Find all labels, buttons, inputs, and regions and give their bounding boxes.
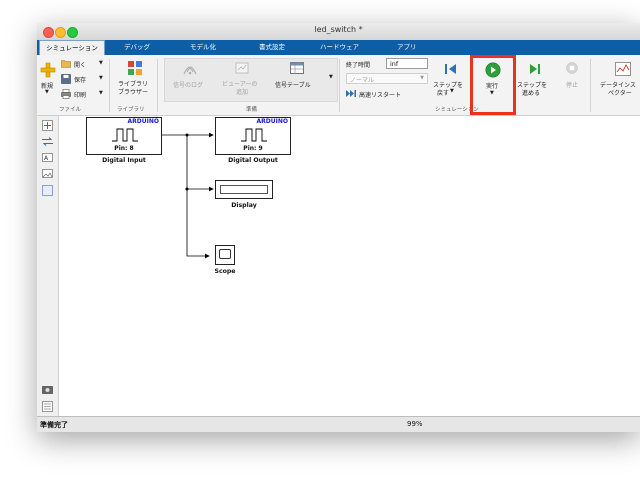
tab-format[interactable]: 書式設定 xyxy=(259,40,285,55)
signal-log-icon xyxy=(183,66,197,75)
stop-icon xyxy=(566,62,578,74)
simulation-mode-select[interactable]: ノーマル ▼ xyxy=(346,73,428,84)
area-icon[interactable] xyxy=(42,185,53,196)
tab-hardware[interactable]: ハードウェア xyxy=(320,40,359,55)
prepare-group-label: 準備 xyxy=(246,107,258,113)
scope-screen-icon xyxy=(219,249,231,259)
annotation-icon[interactable]: A xyxy=(42,153,53,162)
ribbon-separator xyxy=(157,59,158,112)
arrows-icon[interactable] xyxy=(42,137,53,146)
step-back-label-2: 戻す xyxy=(437,90,450,97)
left-palette: A » xyxy=(37,116,59,425)
simulink-window: led_switch * シミュレーション デバッグ モデル化 書式設定 ハード… xyxy=(37,23,640,432)
fast-restart-icon xyxy=(346,90,356,97)
display-block[interactable] xyxy=(215,180,273,199)
file-group-label: ファイル xyxy=(59,107,82,113)
digital-pulse-icon xyxy=(112,128,138,142)
prepare-gallery-expand-icon[interactable]: ▼ xyxy=(329,74,333,80)
signal-table-icon xyxy=(290,62,304,74)
tab-debug[interactable]: デバッグ xyxy=(124,40,150,55)
pin-label: Pin: 8 xyxy=(114,145,134,152)
ribbon-tab-bar: シミュレーション デバッグ モデル化 書式設定 ハードウェア アプリ xyxy=(37,40,640,55)
save-icon xyxy=(61,74,71,84)
library-browser-icon xyxy=(128,61,142,75)
digital-output-label: Digital Output xyxy=(228,157,278,164)
scope-block[interactable] xyxy=(215,245,235,265)
ribbon: 新規 ▼ 開く ▼ 保存 ▼ 印刷 ▼ ファイル ライブラリ ブラウザー ライブ… xyxy=(37,55,640,116)
add-viewer-icon xyxy=(235,62,249,74)
digital-pulse-icon xyxy=(241,128,267,142)
digital-input-block[interactable]: ARDUINO Pin: 8 xyxy=(86,117,162,155)
data-inspector-label-2: ペクター xyxy=(608,90,632,97)
tab-simulation[interactable]: シミュレーション xyxy=(39,40,105,55)
new-dropdown-icon[interactable]: ▼ xyxy=(45,89,49,95)
step-forward-label-2: 進める xyxy=(522,90,541,97)
run-button-highlight xyxy=(470,55,516,115)
tab-apps[interactable]: アプリ xyxy=(397,40,417,55)
ribbon-separator xyxy=(109,59,110,112)
simulation-mode-value: ノーマル xyxy=(350,77,375,84)
save-label: 保存 xyxy=(74,77,87,84)
print-icon xyxy=(61,89,71,99)
pin-label: Pin: 9 xyxy=(243,145,263,152)
save-dropdown-icon[interactable]: ▼ xyxy=(99,75,103,81)
stop-time-field[interactable]: inf xyxy=(386,58,428,69)
library-group-label: ライブラリ xyxy=(117,107,145,113)
new-model-icon xyxy=(40,62,56,78)
stop-time-label: 終了時間 xyxy=(346,62,371,69)
scope-label: Scope xyxy=(214,268,236,275)
open-label: 開く xyxy=(74,62,87,69)
library-browser-label-2: ブラウザー xyxy=(118,89,149,96)
status-text: 準備完了 xyxy=(40,421,68,429)
screenshot-icon[interactable] xyxy=(42,385,53,394)
arduino-brand-label: ARDUINO xyxy=(127,118,159,125)
stop-time-value: inf xyxy=(390,60,399,68)
zoom-level: 99% xyxy=(407,420,423,428)
digital-output-block[interactable]: ARDUINO Pin: 9 xyxy=(215,117,291,155)
ribbon-separator xyxy=(590,59,591,112)
data-inspector-icon xyxy=(615,62,631,76)
mode-dropdown-icon: ▼ xyxy=(420,75,424,81)
zoom-fit-icon[interactable] xyxy=(42,120,53,131)
arduino-brand-label: ARDUINO xyxy=(256,118,288,125)
signal-table-label: 信号テーブル xyxy=(275,82,311,89)
title-bar: led_switch * xyxy=(37,23,640,41)
image-icon[interactable] xyxy=(42,169,53,178)
status-bar: 準備完了 99% xyxy=(37,416,640,432)
signal-log-label: 信号のログ xyxy=(173,82,204,89)
step-back-icon xyxy=(445,64,456,74)
step-forward-icon xyxy=(530,64,540,74)
ribbon-separator xyxy=(339,59,340,112)
digital-input-label: Digital Input xyxy=(102,157,146,164)
tab-modeling[interactable]: モデル化 xyxy=(190,40,216,55)
window-title: led_switch * xyxy=(314,25,363,34)
display-readout xyxy=(220,185,268,194)
step-back-dropdown-icon[interactable]: ▼ xyxy=(450,88,454,94)
add-viewer-label-2: 追加 xyxy=(236,89,249,96)
model-canvas[interactable]: ARDUINO Pin: 8 Digital Input ARDUINO Pin… xyxy=(59,116,640,416)
display-label: Display xyxy=(231,202,257,209)
open-dropdown-icon[interactable]: ▼ xyxy=(99,60,103,66)
stop-label: 停止 xyxy=(566,82,579,89)
print-label: 印刷 xyxy=(74,92,87,99)
print-dropdown-icon[interactable]: ▼ xyxy=(99,90,103,96)
open-folder-icon xyxy=(61,60,71,68)
fast-restart-label: 高速リスタート xyxy=(359,92,402,99)
model-browser-icon[interactable] xyxy=(42,401,53,412)
